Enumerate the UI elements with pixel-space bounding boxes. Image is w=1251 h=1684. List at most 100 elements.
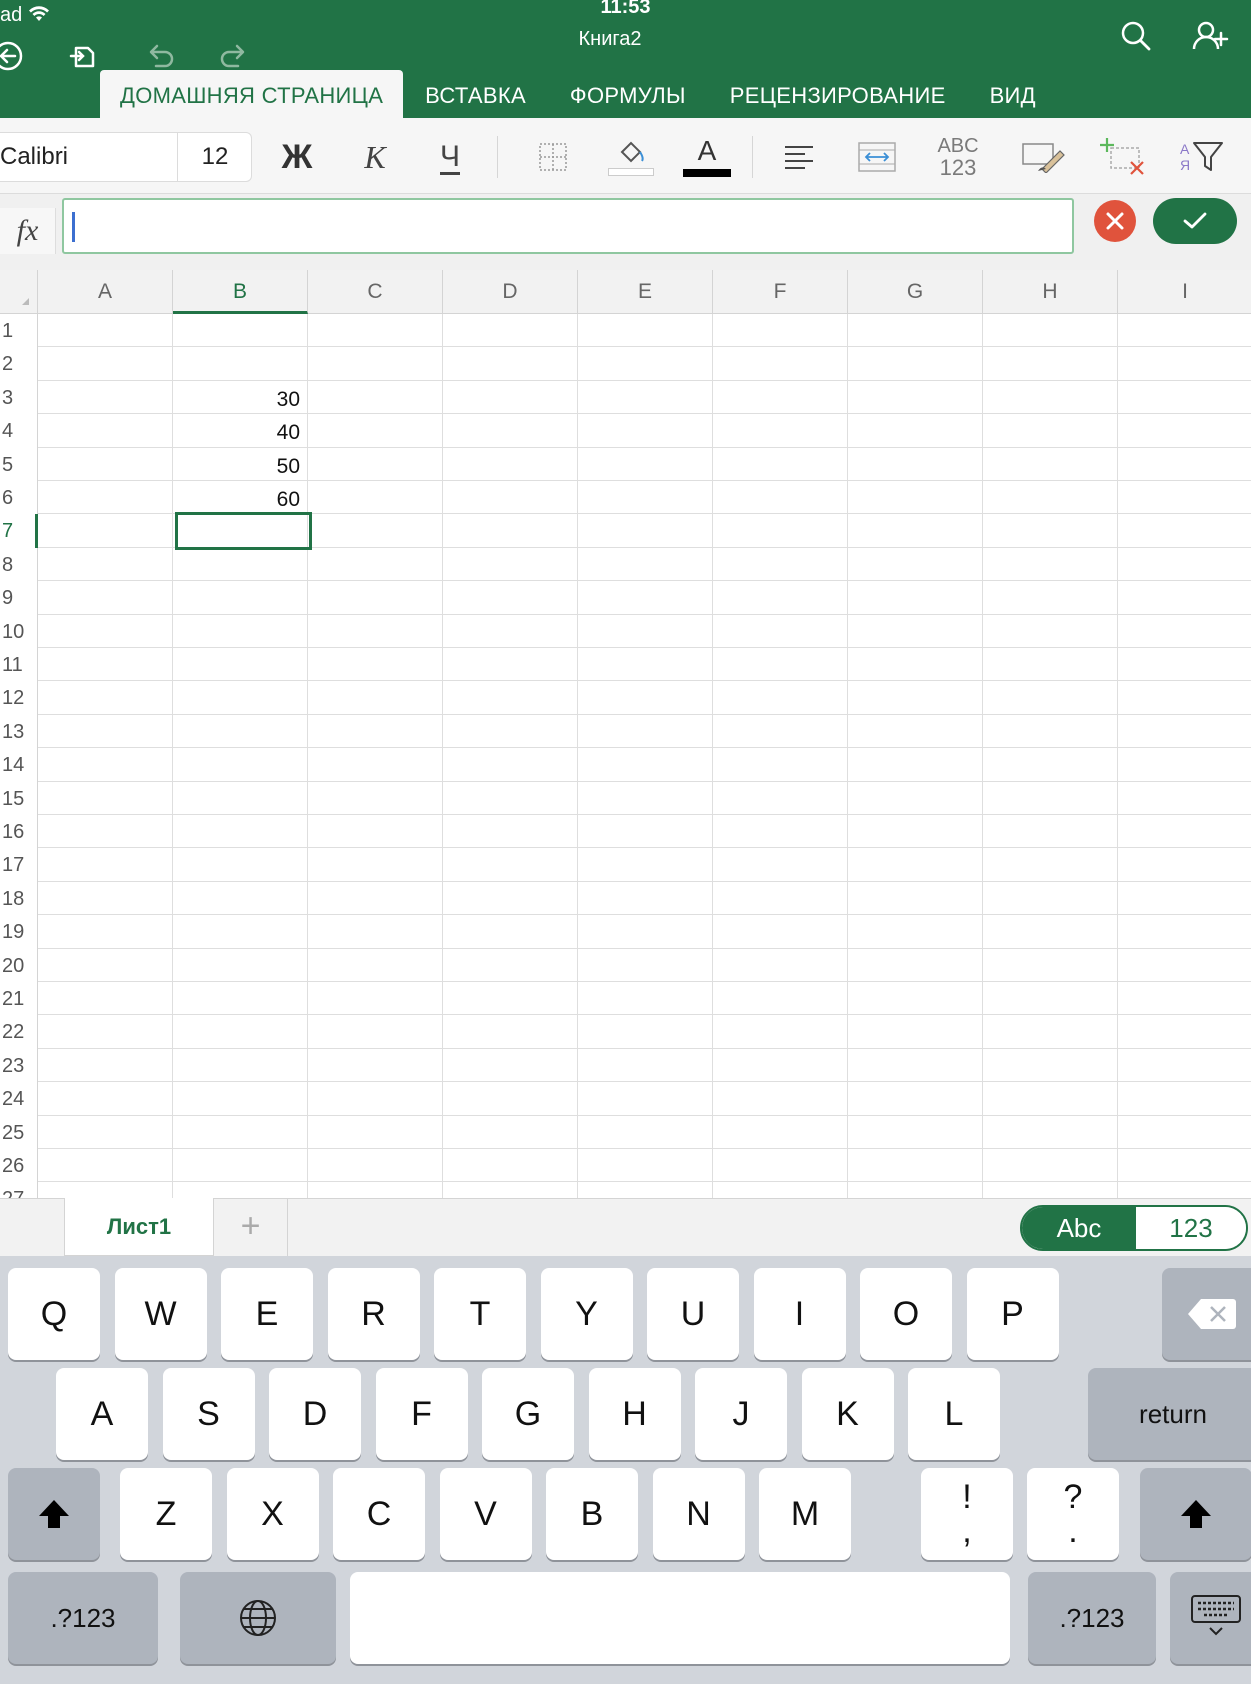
key-i[interactable]: I <box>753 1268 846 1360</box>
row-header-11[interactable]: 11 <box>0 648 38 682</box>
shift-key-right[interactable] <box>1140 1468 1251 1560</box>
borders-icon[interactable] <box>528 132 578 182</box>
cell-b5[interactable]: 50 <box>173 448 300 481</box>
font-name-field[interactable]: Calibri <box>0 133 178 181</box>
search-icon[interactable] <box>1116 16 1156 56</box>
tab-view[interactable]: ВИД <box>968 74 1058 118</box>
row-header-13[interactable]: 13 <box>0 714 38 749</box>
italic-button[interactable]: К <box>350 132 400 182</box>
sort-filter-icon[interactable]: А Я <box>1172 132 1232 182</box>
font-color-icon[interactable]: A <box>682 132 732 182</box>
backspace-key[interactable] <box>1162 1268 1251 1360</box>
row-header-21[interactable]: 21 <box>0 982 38 1016</box>
globe-key[interactable] <box>180 1572 336 1664</box>
key-h[interactable]: H <box>588 1368 681 1460</box>
key-d[interactable]: D <box>269 1368 361 1460</box>
row-header-20[interactable]: 20 <box>0 948 38 982</box>
font-size-field[interactable]: 12 <box>180 133 250 181</box>
spreadsheet-grid[interactable]: A B C D E F G H I 1 2 3 4 5 6 7 8 9 10 11 12 13 14 15 16 17 18 19 20… <box>0 270 1251 1198</box>
key-x[interactable]: X <box>226 1468 319 1560</box>
row-header-8[interactable]: 8 <box>0 547 38 582</box>
formula-input[interactable] <box>62 198 1074 254</box>
row-header-6[interactable]: 6 <box>0 481 38 515</box>
key-g[interactable]: G <box>482 1368 574 1460</box>
row-header-19[interactable]: 19 <box>0 915 38 949</box>
row-header-3[interactable]: 3 <box>0 380 38 415</box>
confirm-edit-button[interactable] <box>1153 198 1237 244</box>
cell-b4[interactable]: 40 <box>173 414 300 447</box>
row-header-25[interactable]: 25 <box>0 1115 38 1149</box>
row-header-1[interactable]: 1 <box>0 314 38 348</box>
add-sheet-button[interactable]: + <box>214 1199 288 1257</box>
column-header-h[interactable]: H <box>983 270 1118 314</box>
row-header-14[interactable]: 14 <box>0 748 38 782</box>
hide-keyboard-key[interactable] <box>1170 1572 1251 1664</box>
key-v[interactable]: V <box>439 1468 532 1560</box>
key-question-period[interactable]: ? . <box>1027 1468 1119 1560</box>
key-z[interactable]: Z <box>120 1468 212 1560</box>
tab-review[interactable]: РЕЦЕНЗИРОВАНИЕ <box>708 74 968 118</box>
fill-color-icon[interactable] <box>606 132 656 182</box>
key-o[interactable]: O <box>860 1268 952 1360</box>
column-header-b[interactable]: B <box>173 270 308 314</box>
key-u[interactable]: U <box>647 1268 739 1360</box>
row-header-9[interactable]: 9 <box>0 581 38 615</box>
key-w[interactable]: W <box>114 1268 207 1360</box>
insert-delete-cells-icon[interactable] <box>1094 132 1150 182</box>
row-header-18[interactable]: 18 <box>0 881 38 916</box>
cell-b6[interactable]: 60 <box>173 481 300 514</box>
mode-abc-button[interactable]: Abc <box>1022 1207 1136 1249</box>
select-all-corner[interactable] <box>0 270 38 314</box>
key-r[interactable]: R <box>327 1268 420 1360</box>
cell-styles-icon[interactable] <box>1016 132 1072 182</box>
back-icon[interactable] <box>0 36 28 76</box>
key-exclamation-comma[interactable]: ! , <box>921 1468 1013 1560</box>
row-header-5[interactable]: 5 <box>0 447 38 481</box>
sheet-tab-1[interactable]: Лист1 <box>64 1198 214 1256</box>
row-header-17[interactable]: 17 <box>0 848 38 882</box>
key-l[interactable]: L <box>908 1368 1000 1460</box>
merge-cells-icon[interactable] <box>852 132 902 182</box>
tab-formulas[interactable]: ФОРМУЛЫ <box>548 74 708 118</box>
numbers-key-left[interactable]: .?123 <box>8 1572 158 1664</box>
column-header-i[interactable]: I <box>1118 270 1251 314</box>
number-format-button[interactable]: ABC 123 <box>930 132 986 182</box>
key-a[interactable]: A <box>56 1368 148 1460</box>
key-s[interactable]: S <box>162 1368 255 1460</box>
key-p[interactable]: P <box>966 1268 1059 1360</box>
key-j[interactable]: J <box>695 1368 787 1460</box>
bold-button[interactable]: Ж <box>272 132 322 182</box>
return-key[interactable]: return <box>1088 1368 1251 1460</box>
row-header-2[interactable]: 2 <box>0 347 38 381</box>
row-header-24[interactable]: 24 <box>0 1082 38 1116</box>
key-n[interactable]: N <box>652 1468 745 1560</box>
row-header-10[interactable]: 10 <box>0 614 38 648</box>
key-e[interactable]: E <box>221 1268 313 1360</box>
column-header-d[interactable]: D <box>443 270 578 314</box>
file-icon[interactable] <box>64 36 104 76</box>
cell-b3[interactable]: 30 <box>173 381 300 414</box>
share-person-icon[interactable] <box>1190 16 1230 56</box>
row-header-27[interactable]: 27 <box>0 1182 38 1198</box>
numbers-key-right[interactable]: .?123 <box>1028 1572 1156 1664</box>
mode-123-button[interactable]: 123 <box>1136 1207 1246 1249</box>
underline-button[interactable]: Ч <box>425 132 475 182</box>
row-header-15[interactable]: 15 <box>0 781 38 815</box>
shift-key-left[interactable] <box>8 1468 100 1560</box>
key-c[interactable]: C <box>333 1468 425 1560</box>
column-header-c[interactable]: C <box>308 270 443 314</box>
row-header-23[interactable]: 23 <box>0 1048 38 1083</box>
cancel-edit-button[interactable] <box>1094 200 1136 242</box>
row-header-4[interactable]: 4 <box>0 414 38 448</box>
column-header-e[interactable]: E <box>578 270 713 314</box>
row-header-16[interactable]: 16 <box>0 815 38 849</box>
column-header-f[interactable]: F <box>713 270 848 314</box>
space-key[interactable] <box>350 1572 1010 1664</box>
column-header-g[interactable]: G <box>848 270 983 314</box>
row-header-22[interactable]: 22 <box>0 1015 38 1049</box>
tab-insert[interactable]: ВСТАВКА <box>403 74 548 118</box>
tab-home[interactable]: ДОМАШНЯЯ СТРАНИЦА <box>100 70 404 118</box>
key-m[interactable]: M <box>759 1468 851 1560</box>
key-f[interactable]: F <box>375 1368 468 1460</box>
key-k[interactable]: K <box>801 1368 894 1460</box>
